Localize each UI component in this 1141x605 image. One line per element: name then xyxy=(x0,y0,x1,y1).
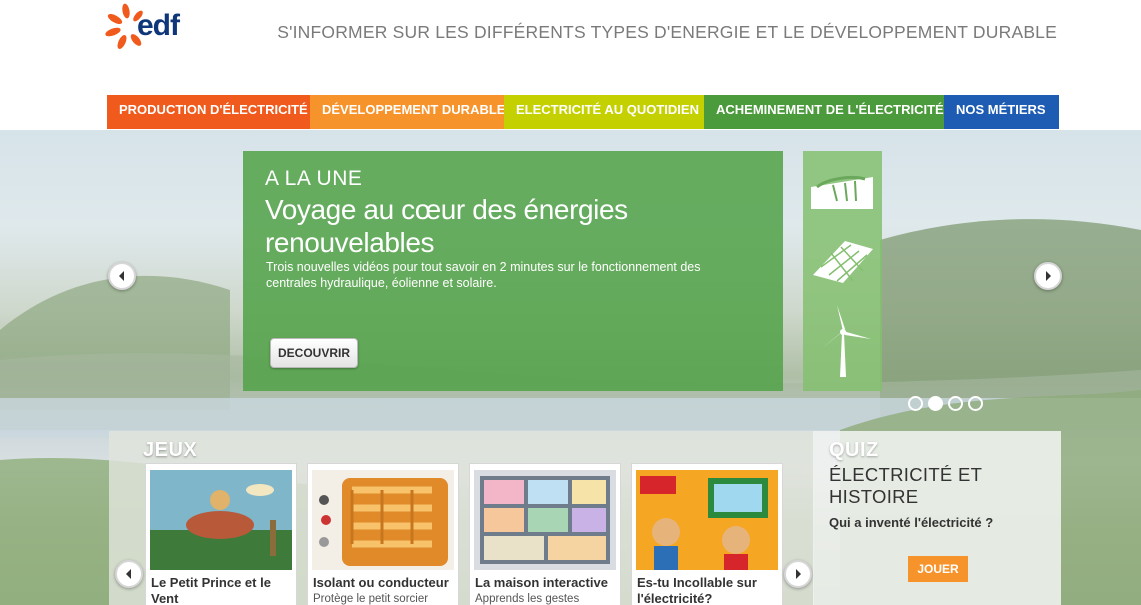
carousel-next-button[interactable] xyxy=(1034,262,1062,290)
quiz-section: QUIZ ÉLECTRICITÉ ET HISTOIRE Qui a inven… xyxy=(813,431,1061,605)
dam-icon[interactable] xyxy=(807,157,878,229)
carousel-dot-4[interactable] xyxy=(968,396,983,411)
quiz-title: QUIZ xyxy=(829,439,879,461)
game-card-petit-prince[interactable]: Le Petit Prince et le Vent xyxy=(145,463,297,605)
carousel-dot-1[interactable] xyxy=(908,396,923,411)
game-title: Le Petit Prince et le Vent xyxy=(151,575,271,605)
chevron-left-icon xyxy=(126,569,131,579)
logo-wordmark[interactable]: edf xyxy=(137,9,180,43)
quiz-subject: ÉLECTRICITÉ ET HISTOIRE xyxy=(829,464,982,507)
nav-item-production[interactable]: PRODUCTION D'ÉLECTRICITÉ xyxy=(107,95,310,129)
play-quiz-button[interactable]: JOUER xyxy=(908,556,968,582)
game-subtitle: Protège le petit sorcier xyxy=(313,593,429,605)
nav-item-nos-metiers[interactable]: NOS MÉTIERS xyxy=(944,95,1059,129)
game-card-isolant-conducteur[interactable]: Isolant ou conducteur Protège le petit s… xyxy=(307,463,459,605)
quiz-question: Qui a inventé l'électricité ? xyxy=(829,515,994,530)
slide-thumbnails xyxy=(803,151,882,391)
game-title: Isolant ou conducteur xyxy=(313,575,449,590)
chevron-left-icon xyxy=(119,271,124,281)
game-card-maison-interactive[interactable]: La maison interactive Apprends les geste… xyxy=(469,463,621,605)
game-subtitle: Apprends les gestes xyxy=(475,593,580,605)
featured-description: Trois nouvelles vidéos pour tout savoir … xyxy=(266,260,701,290)
games-next-button[interactable] xyxy=(784,560,812,588)
game-thumbnail-petit-prince xyxy=(150,470,292,570)
game-thumbnail-isolant xyxy=(312,470,454,570)
nav-item-acheminement[interactable]: ACHEMINEMENT DE L'ÉLECTRICITÉ xyxy=(704,95,944,129)
solar-panel-icon[interactable] xyxy=(807,231,878,303)
featured-title: Voyage au cœur des énergies renouvelable… xyxy=(265,194,628,258)
featured-slide: A LA UNE Voyage au cœur des énergies ren… xyxy=(243,151,783,391)
game-title: La maison interactive xyxy=(475,575,608,590)
carousel-pagination xyxy=(908,396,983,411)
nav-item-developpement-durable[interactable]: DÉVELOPPEMENT DURABLE xyxy=(310,95,505,129)
games-section: JEUX Le Petit Prince et le Vent Isolant … xyxy=(109,431,814,605)
site-header: edf S'INFORMER SUR LES DIFFÉRENTS TYPES … xyxy=(0,0,1141,130)
carousel-prev-button[interactable] xyxy=(108,262,136,290)
wind-turbine-icon[interactable] xyxy=(807,305,878,377)
featured-kicker: A LA UNE xyxy=(265,167,363,190)
game-card-incollable[interactable]: Es-tu Incollable sur l'électricité? xyxy=(631,463,783,605)
chevron-right-icon xyxy=(796,569,801,579)
site-tagline: S'INFORMER SUR LES DIFFÉRENTS TYPES D'EN… xyxy=(277,22,1057,42)
games-title: JEUX xyxy=(143,439,198,461)
games-prev-button[interactable] xyxy=(115,560,143,588)
carousel-dot-2[interactable] xyxy=(928,396,943,411)
game-title: Es-tu Incollable sur l'électricité? xyxy=(637,575,757,605)
game-thumbnail-maison xyxy=(474,470,616,570)
discover-button[interactable]: DECOUVRIR xyxy=(270,338,358,368)
carousel-dot-3[interactable] xyxy=(948,396,963,411)
chevron-right-icon xyxy=(1046,271,1051,281)
game-thumbnail-incollable xyxy=(636,470,778,570)
nav-item-electricite-quotidien[interactable]: ELECTRICITÉ AU QUOTIDIEN xyxy=(504,95,704,129)
main-navigation: PRODUCTION D'ÉLECTRICITÉ DÉVELOPPEMENT D… xyxy=(107,95,1059,129)
